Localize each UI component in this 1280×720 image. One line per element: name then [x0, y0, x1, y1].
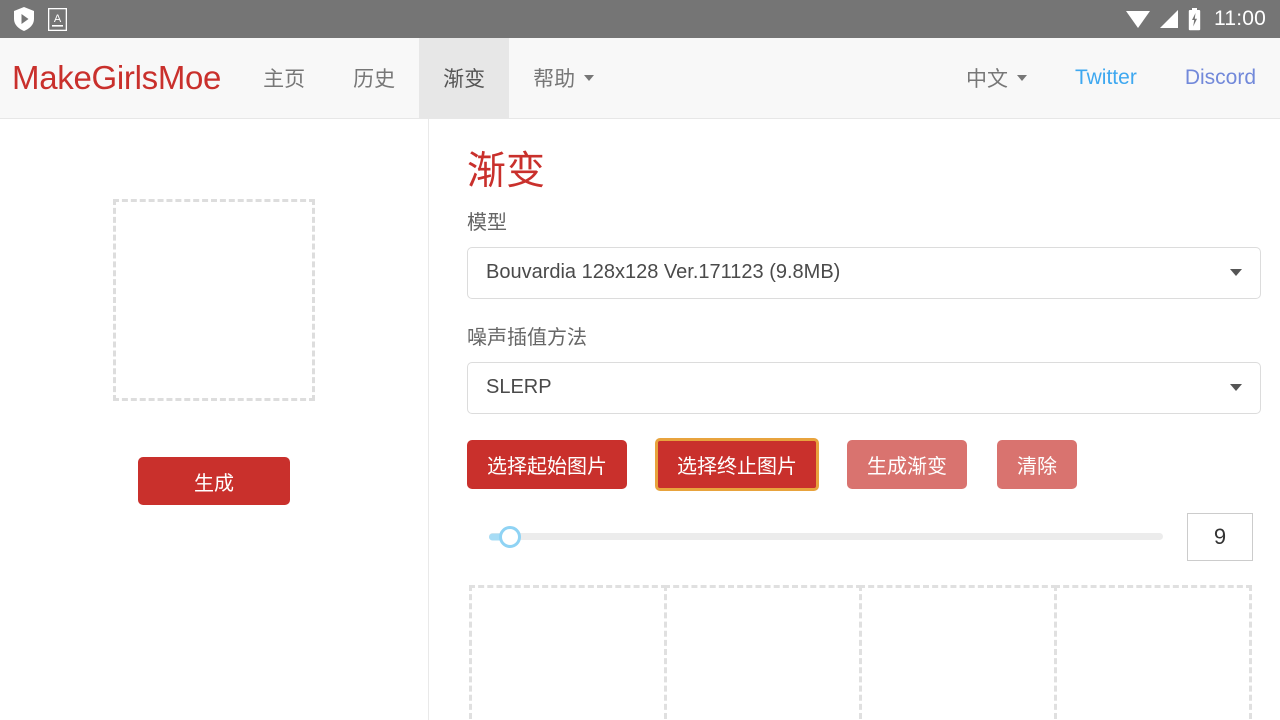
frame-placeholder[interactable]: [1054, 585, 1252, 720]
morph-settings-pane: 渐变 模型 Bouvardia 128x128 Ver.171123 (9.8M…: [428, 119, 1280, 720]
page-content: 生成 渐变 模型 Bouvardia 128x128 Ver.171123 (9…: [0, 119, 1280, 720]
signal-icon: [1159, 9, 1179, 29]
status-bar-right-icons: 11:00: [1126, 7, 1266, 31]
model-select[interactable]: Bouvardia 128x128 Ver.171123 (9.8MB): [467, 247, 1261, 299]
nav-link-twitter-label: Twitter: [1075, 66, 1137, 90]
generate-morph-button[interactable]: 生成渐变: [847, 440, 967, 489]
chevron-down-icon: [584, 75, 594, 81]
nav-link-discord-label: Discord: [1185, 66, 1256, 90]
select-start-image-button[interactable]: 选择起始图片: [467, 440, 627, 489]
nav-item-history[interactable]: 历史: [329, 38, 419, 118]
status-bar-clock: 11:00: [1214, 7, 1266, 31]
frame-count-slider[interactable]: [489, 522, 1163, 552]
battery-charging-icon: [1188, 8, 1201, 31]
svg-text:A: A: [54, 13, 62, 25]
nav-item-help-label: 帮助: [533, 63, 575, 93]
image-drop-placeholder[interactable]: [113, 199, 315, 401]
frame-count-input[interactable]: 9: [1187, 513, 1253, 561]
nav-item-help[interactable]: 帮助: [509, 38, 618, 118]
brand-logo[interactable]: MakeGirlsMoe: [0, 38, 239, 118]
left-preview-pane: 生成: [0, 119, 428, 720]
navbar-right-group: 中文 Twitter Discord: [942, 38, 1280, 118]
slider-track: [489, 533, 1163, 540]
frame-count-slider-row: 9: [467, 513, 1260, 561]
morph-action-buttons: 选择起始图片 选择终止图片 生成渐变 清除: [467, 440, 1260, 489]
page-title: 渐变: [467, 151, 1260, 194]
wifi-icon: [1126, 9, 1150, 29]
frame-placeholder[interactable]: [469, 585, 667, 720]
main-navbar: MakeGirlsMoe 主页 历史 渐变 帮助 中文 Twitter Disc…: [0, 38, 1280, 119]
nav-item-home-label: 主页: [263, 63, 305, 93]
clear-button[interactable]: 清除: [997, 440, 1077, 489]
nav-item-history-label: 历史: [353, 63, 395, 93]
slider-thumb[interactable]: [499, 526, 521, 548]
model-label: 模型: [467, 206, 1260, 235]
shield-play-icon: [14, 7, 34, 31]
nav-item-home[interactable]: 主页: [239, 38, 329, 118]
chevron-down-icon: [1017, 75, 1027, 81]
model-select-value: Bouvardia 128x128 Ver.171123 (9.8MB): [486, 261, 840, 284]
android-status-bar: A 11:00: [0, 0, 1280, 38]
nav-link-discord[interactable]: Discord: [1161, 38, 1280, 118]
nav-link-twitter[interactable]: Twitter: [1051, 38, 1161, 118]
nav-item-language[interactable]: 中文: [942, 38, 1051, 118]
nav-item-morph-label: 渐变: [443, 63, 485, 93]
frame-placeholder[interactable]: [664, 585, 862, 720]
chevron-down-icon: [1230, 269, 1242, 276]
frame-placeholder[interactable]: [859, 585, 1057, 720]
translate-a-icon: A: [48, 8, 67, 31]
nav-item-morph[interactable]: 渐变: [419, 38, 509, 118]
interpolation-select-value: SLERP: [486, 376, 552, 399]
status-bar-left-icons: A: [14, 7, 67, 31]
select-end-image-button[interactable]: 选择终止图片: [657, 440, 817, 489]
interpolation-select[interactable]: SLERP: [467, 362, 1261, 414]
generate-button[interactable]: 生成: [138, 457, 290, 505]
morph-frames-strip: [469, 585, 1260, 720]
chevron-down-icon: [1230, 384, 1242, 391]
interpolation-label: 噪声插值方法: [467, 321, 1260, 350]
nav-item-language-label: 中文: [966, 63, 1008, 93]
